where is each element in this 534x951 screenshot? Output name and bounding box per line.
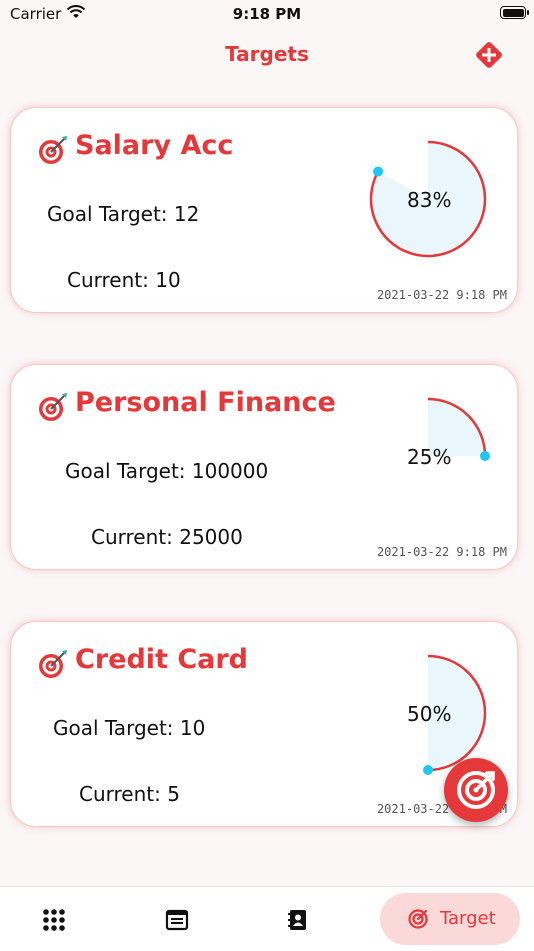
tab-dashboard[interactable] bbox=[30, 887, 80, 951]
list-icon bbox=[165, 909, 189, 931]
dartboard-icon bbox=[39, 650, 67, 678]
current-label: Current: 5 bbox=[79, 782, 180, 806]
target-card[interactable]: Salary Acc Goal Target: 12 Current: 10 8… bbox=[10, 107, 518, 313]
clock: 9:18 PM bbox=[232, 5, 302, 23]
goal-target-label: Goal Target: 100000 bbox=[65, 459, 269, 483]
tab-target-label: Target bbox=[440, 908, 496, 929]
target-card[interactable]: Credit Card Goal Target: 10 Current: 5 5… bbox=[10, 621, 518, 827]
target-icon bbox=[457, 771, 495, 809]
dartboard-icon bbox=[39, 393, 67, 421]
tab-target[interactable]: Target bbox=[380, 893, 520, 945]
target-fab-button[interactable] bbox=[444, 758, 508, 822]
progress-percent: 25% bbox=[407, 445, 452, 469]
goal-target-label: Goal Target: 12 bbox=[47, 202, 200, 226]
target-title: Personal Finance bbox=[75, 387, 336, 418]
dartboard-icon bbox=[39, 136, 67, 164]
page-title: Targets bbox=[225, 42, 309, 66]
target-title: Salary Acc bbox=[75, 130, 234, 161]
battery-icon bbox=[500, 6, 529, 19]
target-title: Credit Card bbox=[75, 644, 249, 675]
current-label: Current: 25000 bbox=[91, 525, 243, 549]
current-label: Current: 10 bbox=[67, 268, 181, 292]
status-bar: Carrier 9:18 PM bbox=[0, 0, 534, 28]
progress-handle bbox=[423, 765, 433, 775]
target-card[interactable]: Personal Finance Goal Target: 100000 Cur… bbox=[10, 364, 518, 570]
tab-transactions[interactable] bbox=[152, 887, 202, 951]
timestamp: 2021-03-22 9:18 PM bbox=[376, 545, 507, 559]
target-icon bbox=[408, 909, 428, 929]
progress-handle bbox=[373, 166, 384, 177]
timestamp: 2021-03-22 9:18 PM bbox=[376, 288, 507, 302]
tab-contacts[interactable] bbox=[274, 887, 324, 951]
contacts-icon bbox=[288, 910, 306, 930]
progress-percent: 83% bbox=[407, 188, 452, 212]
add-target-button[interactable] bbox=[474, 40, 504, 70]
grid-icon bbox=[43, 909, 65, 931]
progress-handle bbox=[480, 451, 490, 461]
goal-target-label: Goal Target: 10 bbox=[53, 716, 206, 740]
progress-percent: 50% bbox=[407, 702, 452, 726]
tab-bar: Target bbox=[0, 886, 534, 951]
